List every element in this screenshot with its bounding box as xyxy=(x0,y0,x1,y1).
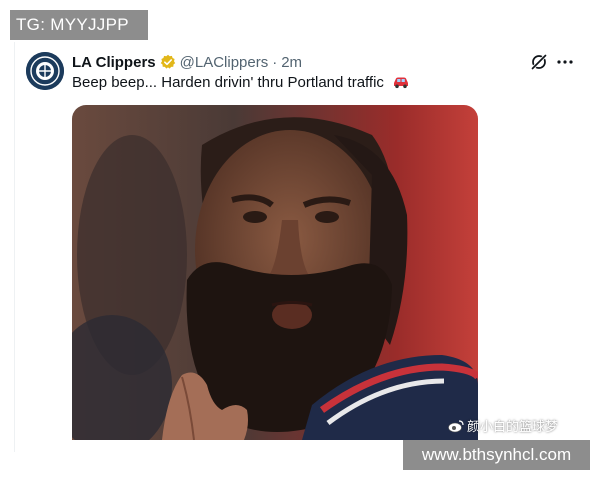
handle[interactable]: @LAClippers xyxy=(180,54,269,71)
tweet-media-image[interactable] xyxy=(72,105,478,440)
car-emoji-icon xyxy=(392,75,410,93)
more-options-icon[interactable] xyxy=(557,59,573,65)
avatar[interactable] xyxy=(26,52,64,90)
separator-dot: · xyxy=(272,53,278,71)
weibo-watermark: 颜小白的篮球梦 xyxy=(448,416,558,435)
tweet-text: Beep beep... Harden drivin' thru Portlan… xyxy=(72,74,410,93)
tg-banner: TG: MYYJJPP xyxy=(10,10,148,40)
tweet-text-body: Beep beep... Harden drivin' thru Portlan… xyxy=(72,74,384,91)
player-photo xyxy=(72,105,478,440)
timestamp[interactable]: 2m xyxy=(281,54,302,71)
cn-watermark-text: 颜小白的篮球梦 xyxy=(467,419,559,434)
url-banner: www.bthsynhcl.com xyxy=(403,440,590,470)
display-name[interactable]: LA Clippers xyxy=(72,54,156,71)
weibo-icon xyxy=(448,419,464,432)
verified-badge-icon xyxy=(160,54,176,70)
tweet-header: LA Clippers @LAClippers · 2m xyxy=(72,52,302,72)
clippers-logo-icon xyxy=(26,52,64,90)
grok-icon[interactable] xyxy=(530,53,548,71)
